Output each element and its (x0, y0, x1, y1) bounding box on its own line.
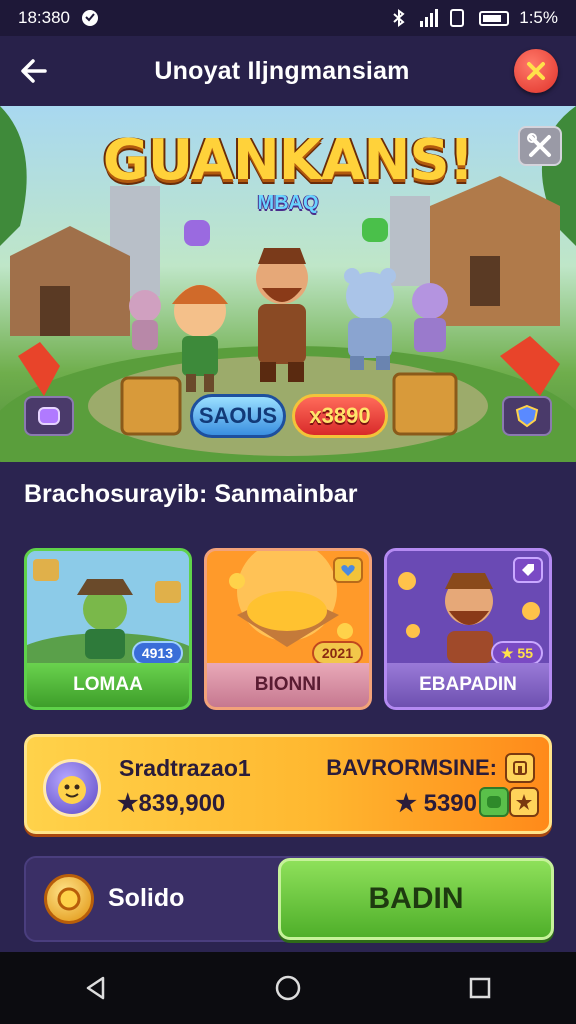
battery-text: 1:5% (519, 8, 558, 27)
close-button[interactable] (514, 49, 558, 93)
arrow-left-icon (21, 59, 47, 83)
game-title: GUANKANS! (102, 128, 474, 193)
nav-home-button[interactable] (258, 958, 318, 1018)
card-lomaa[interactable]: 4913 LOMAA (24, 548, 192, 710)
right-badge-button[interactable] (502, 396, 552, 436)
game-banner[interactable]: GUANKANS! MBAQ SAOUS x3890 (0, 106, 576, 462)
card-bionni[interactable]: 2021 BIONNI (204, 548, 372, 710)
gem-icon (487, 796, 501, 808)
top-bar: Unoyat Iljngmansiam (0, 36, 576, 106)
coin-icon (44, 874, 94, 924)
card-ebapadin-tag-button[interactable] (513, 557, 543, 583)
gem-icon (38, 407, 60, 425)
card-bionni-label: BIONNI (207, 663, 369, 707)
back-button[interactable] (18, 55, 50, 87)
page-title: Unoyat Iljngmansiam (154, 56, 410, 85)
nav-recents-button[interactable] (450, 958, 510, 1018)
balance-label: Solido (108, 884, 185, 912)
section-title: Brachosurayib: Sanmainbar (24, 480, 358, 508)
bluetooth-icon (389, 8, 409, 28)
heart-icon (341, 565, 355, 576)
status-bar: 18:380 1:5% (0, 0, 576, 36)
close-icon (527, 62, 545, 80)
player-score: ★839,900 (117, 790, 226, 817)
player-avatar (43, 759, 101, 817)
bonus-title: BAVRORMSINE: (326, 755, 497, 780)
exit-icon (513, 761, 527, 775)
nav-back-button[interactable] (66, 958, 126, 1018)
card-ebapadin[interactable]: ★ 55 EBAPADIN (384, 548, 552, 710)
circle-home-icon (275, 975, 301, 1001)
multiplier-pill-button[interactable]: x3890 (292, 394, 388, 438)
bonus-value: ★ 5390 (395, 790, 477, 817)
settings-button[interactable] (518, 126, 562, 166)
shield-icon (515, 404, 539, 428)
signal-icon (419, 8, 439, 28)
card-ebapadin-badge: ★ 55 (490, 641, 543, 665)
star-icon (516, 794, 532, 810)
notification-icon (80, 8, 100, 28)
card-bionni-heart-button[interactable] (333, 557, 363, 583)
reward-panel[interactable]: Sradtrazao1 ★839,900 BAVRORMSINE: ★ 5390 (24, 734, 552, 834)
square-recents-icon (469, 977, 491, 999)
tag-icon (522, 564, 534, 576)
card-bionni-badge: 2021 (311, 641, 363, 665)
left-badge-button[interactable] (24, 396, 74, 436)
card-lomaa-badge: 4913 (131, 641, 183, 665)
card-ebapadin-label: EBAPADIN (387, 663, 549, 707)
status-time: 18:380 (18, 8, 70, 27)
system-nav-bar (0, 952, 576, 1024)
game-subtitle: MBAQ (257, 192, 319, 214)
mode-pill-button[interactable]: SAOUS (190, 394, 286, 438)
player-name: Sradtrazao1 (119, 755, 251, 781)
triangle-back-icon (86, 976, 105, 1000)
action-row: Solido BADIN (24, 856, 554, 942)
battery-icon (479, 10, 510, 26)
smiley-icon (58, 776, 86, 804)
bonus-gem-button[interactable] (479, 787, 509, 817)
primary-action-button[interactable]: BADIN (278, 858, 554, 940)
bonus-info-button[interactable] (505, 753, 535, 783)
bonus-star-button[interactable] (509, 787, 539, 817)
tools-icon (527, 133, 551, 157)
sim-icon (449, 8, 469, 28)
card-lomaa-label: LOMAA (27, 663, 189, 707)
